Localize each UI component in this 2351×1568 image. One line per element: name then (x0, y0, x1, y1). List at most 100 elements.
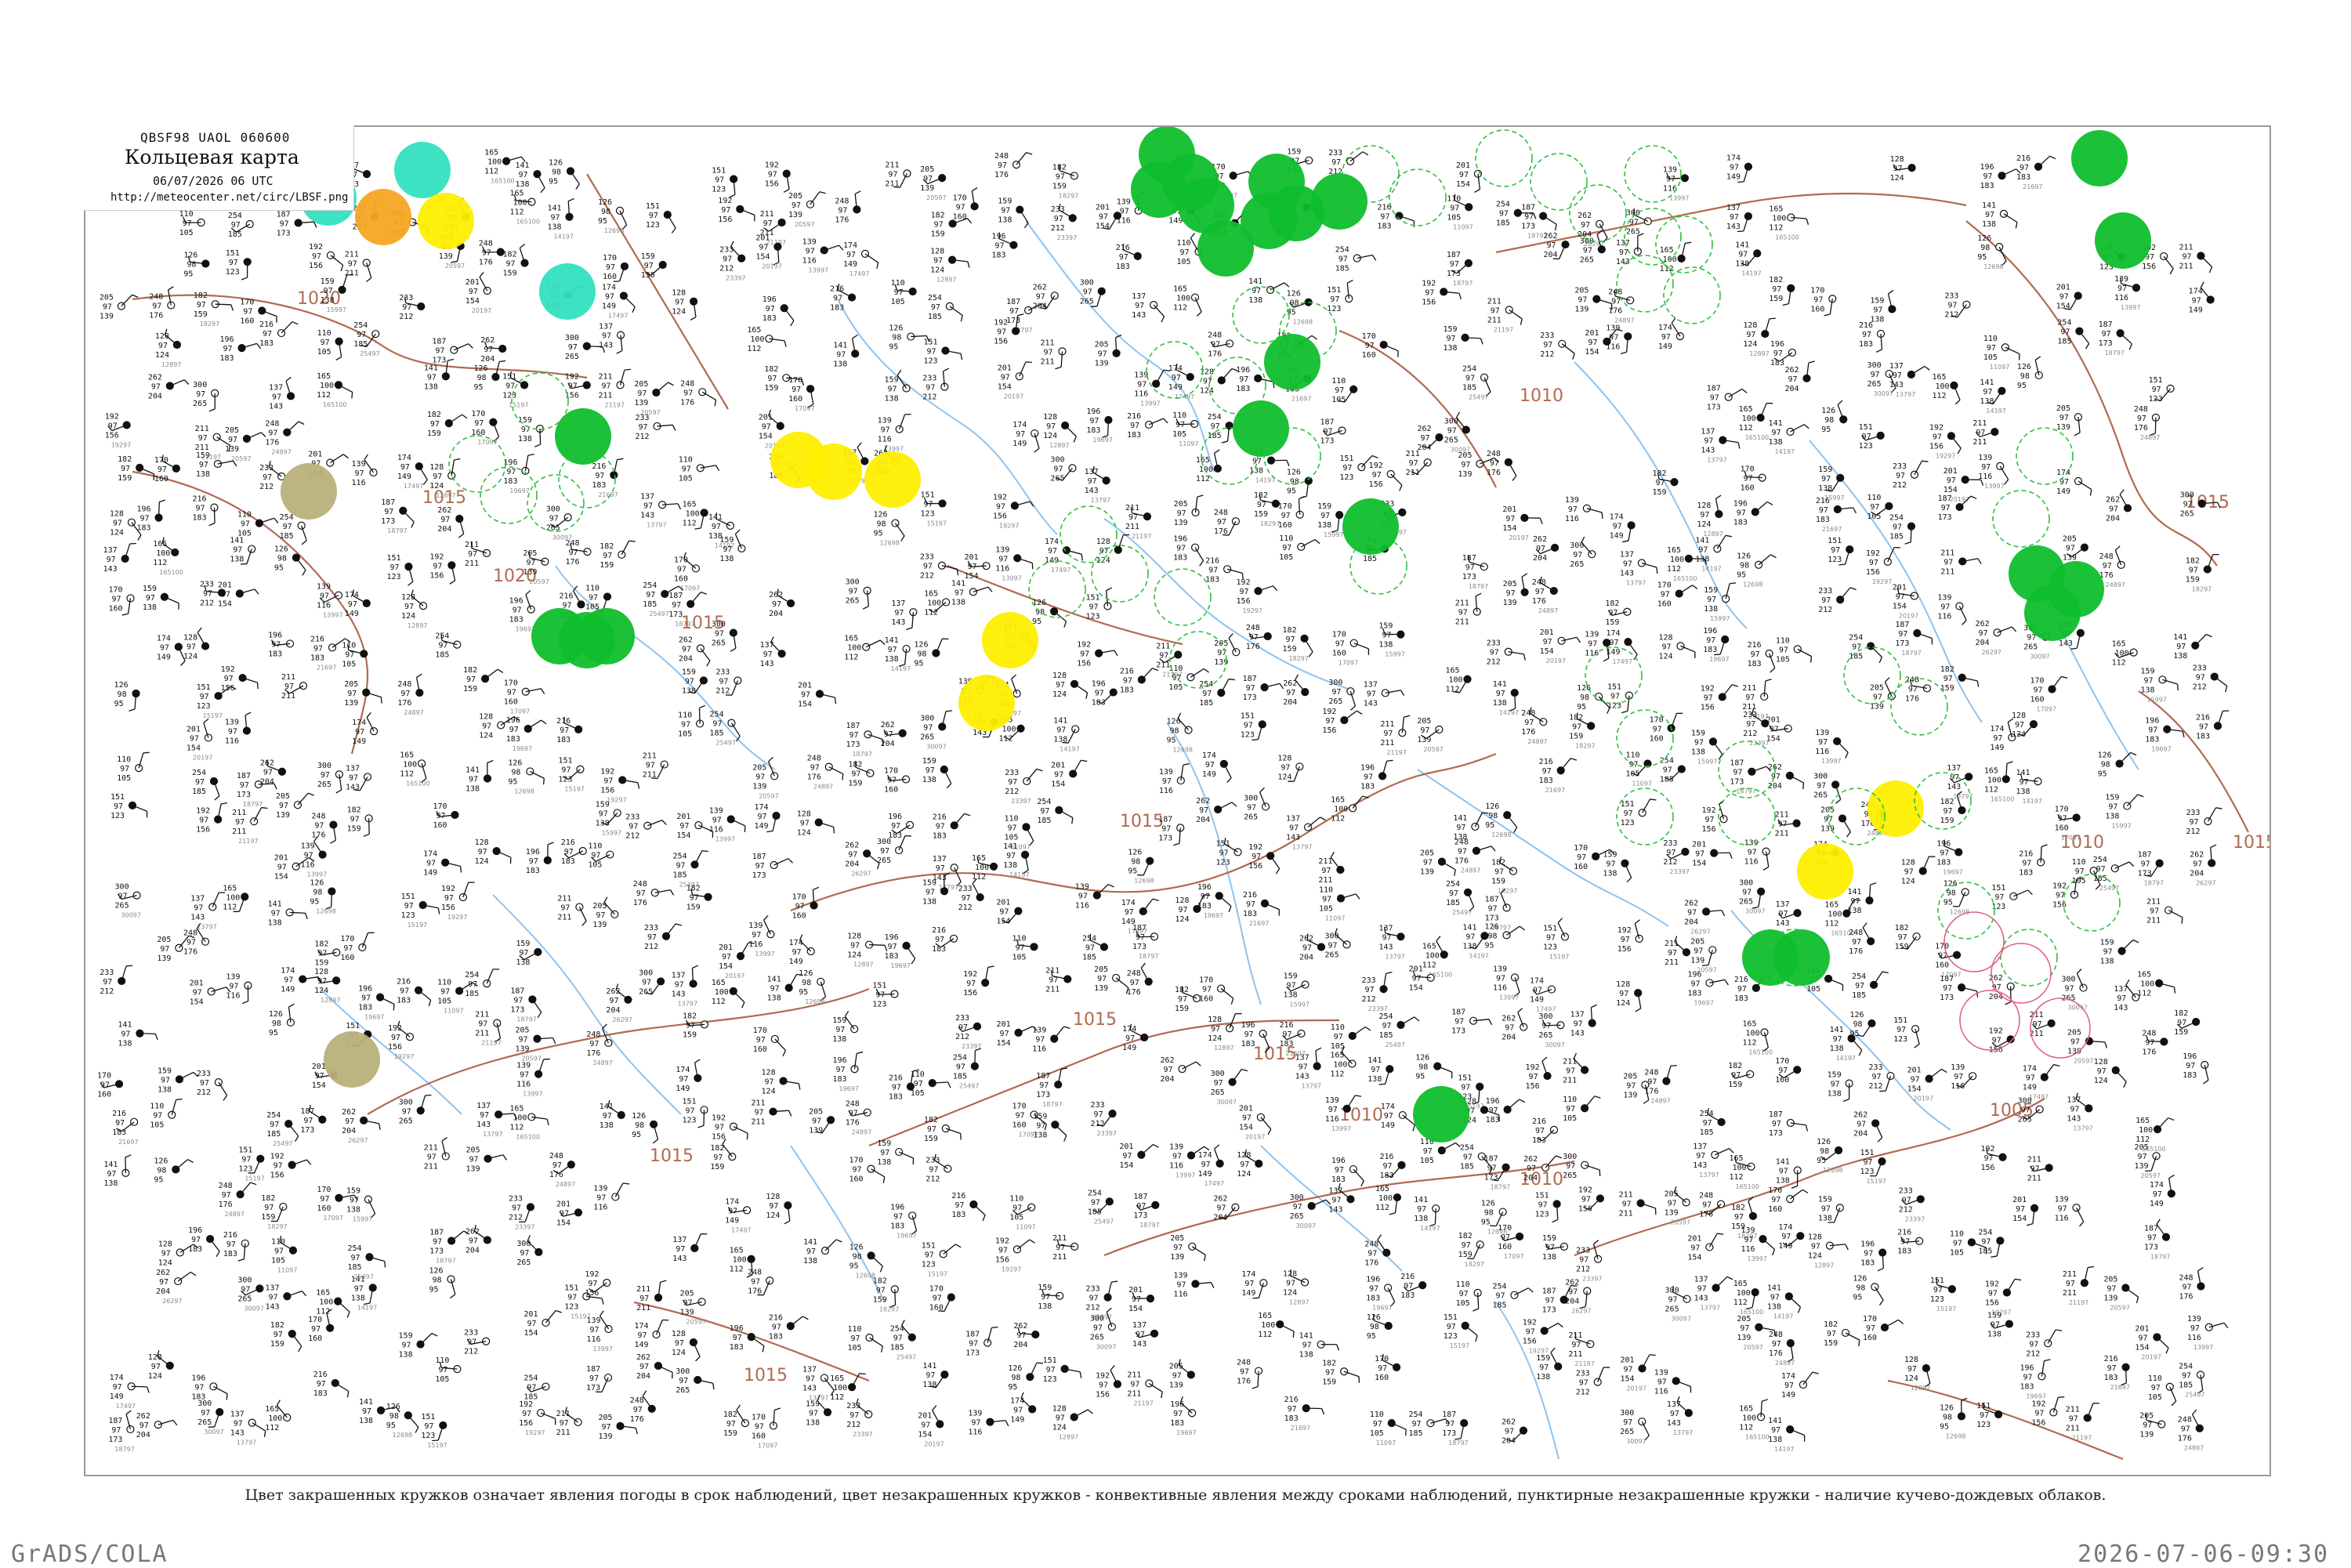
station-value: 183 (1360, 782, 1375, 791)
station-model: 1749714917497 (602, 284, 635, 320)
station-value: 187 (1895, 621, 1909, 629)
station-value: 97 (1661, 333, 1671, 342)
station-value: 97 (203, 589, 212, 598)
station-marker (1794, 910, 1801, 917)
station-value: 151 (1607, 683, 1621, 692)
station-value: 98 (1980, 244, 1990, 252)
station-marker (405, 563, 412, 570)
station-value: 97 (2066, 545, 2075, 553)
wind-feather (690, 317, 696, 320)
station-value: 149 (676, 1085, 690, 1093)
station-value: 97 (675, 980, 684, 989)
station-model: 1969718319697 (1687, 970, 1728, 1006)
station-value: 97 (1449, 889, 1458, 898)
station-value: 300 (877, 838, 891, 846)
station-value: 182 (1254, 491, 1268, 500)
station-value: 97 (1372, 471, 1382, 480)
station-model: 11097105 (1279, 534, 1320, 562)
station-model: 17497149 (1122, 1024, 1148, 1052)
station-index: 30097 (1745, 908, 1765, 915)
station-value: 110 (585, 584, 600, 592)
station-value: 105 (1319, 905, 1333, 914)
station-value: 97 (649, 212, 658, 220)
station-value: 205 (1095, 341, 1109, 349)
station-value: 97 (1893, 523, 1902, 532)
station-model: 24897176 (994, 152, 1032, 179)
station-model: 1379714313797 (1947, 764, 1972, 800)
station-value: 112 (1331, 814, 1345, 823)
station-value: 165 (153, 540, 167, 549)
station-value: 97 (875, 991, 885, 1000)
station-value: 196 (832, 1056, 846, 1065)
station-value: 124 (1208, 1034, 1222, 1043)
station-value: 97 (596, 911, 605, 920)
station-value: 98 (2101, 761, 2110, 770)
station-value: 182 (1283, 626, 1297, 635)
station-value: 137 (103, 546, 118, 555)
station-value: 174 (1530, 977, 1544, 986)
station-value: 205 (157, 936, 171, 944)
station-value: 204 (1161, 1075, 1175, 1084)
station-value: 201 (1409, 965, 1423, 974)
station-value: 174 (157, 634, 171, 643)
station-value: 159 (196, 451, 210, 460)
station-value: 138 (832, 1035, 846, 1044)
wind-barb (734, 991, 744, 1002)
station-value: 128 (110, 510, 124, 519)
station-value: 212 (259, 483, 273, 491)
station-model: 2629720426297 (1684, 899, 1724, 935)
station-value: 124 (479, 731, 493, 740)
station-value: 97 (1987, 344, 1996, 353)
station-value: 97 (1994, 893, 2004, 902)
station-value: 138 (1695, 555, 1709, 563)
station-index: 14197 (1499, 709, 1519, 716)
station-model: 2549718525497 (1446, 880, 1474, 916)
station-value: 116 (1032, 1045, 1046, 1054)
station-value: 176 (586, 1049, 600, 1058)
station-value: 97 (1335, 386, 1344, 395)
station-value: 262 (1533, 535, 1547, 544)
station-marker (202, 938, 209, 945)
station-model: 165100112165100 (153, 537, 183, 576)
wind-feather (417, 674, 422, 677)
station-value: 105 (1625, 770, 1639, 778)
wind-barb (1672, 323, 1680, 336)
station-value: 254 (2093, 856, 2107, 864)
station-value: 196 (1687, 970, 1701, 979)
station-value: 205 (752, 763, 766, 772)
station-model: 1269895 (183, 252, 209, 279)
station-value: 97 (469, 288, 478, 296)
station-value: 98 (511, 768, 520, 777)
station-value: 192 (105, 412, 119, 421)
station-value: 97 (2059, 293, 2069, 302)
station-value: 126 (1977, 234, 1991, 243)
wind-feather (1847, 832, 1851, 837)
station-model: 21697183 (2019, 845, 2047, 878)
station-value: 105 (1331, 396, 1346, 404)
station-value: 173 (1895, 639, 1909, 648)
wind-feather (155, 1034, 158, 1040)
station-marker (211, 777, 218, 784)
station-model: 20597139 (1174, 495, 1204, 527)
station-model: 1969718319697 (509, 591, 535, 633)
wind-feather (672, 425, 676, 430)
station-value: 128 (155, 332, 169, 341)
wind-feather (129, 709, 135, 711)
station-value: 97 (887, 776, 897, 784)
station-value: 95 (1977, 253, 1987, 262)
station-model: 2549718525497 (1378, 1012, 1419, 1048)
station-value: 262 (679, 636, 693, 644)
station-value: 95 (873, 530, 882, 538)
station-value: 105 (911, 1089, 925, 1098)
wind-feather (1273, 586, 1277, 591)
station-value: 216 (2196, 713, 2210, 722)
station-value: 183 (1116, 263, 1130, 271)
station-value: 97 (484, 346, 493, 354)
station-value: 154 (998, 382, 1012, 391)
wind-feather (1241, 1070, 1248, 1071)
station-value: 176 (1849, 947, 1863, 956)
station-value: 300 (115, 883, 129, 892)
station-model: 2489717624897 (1608, 288, 1634, 324)
station-model: 25497185 (928, 294, 962, 321)
station-value: 192 (765, 161, 779, 170)
